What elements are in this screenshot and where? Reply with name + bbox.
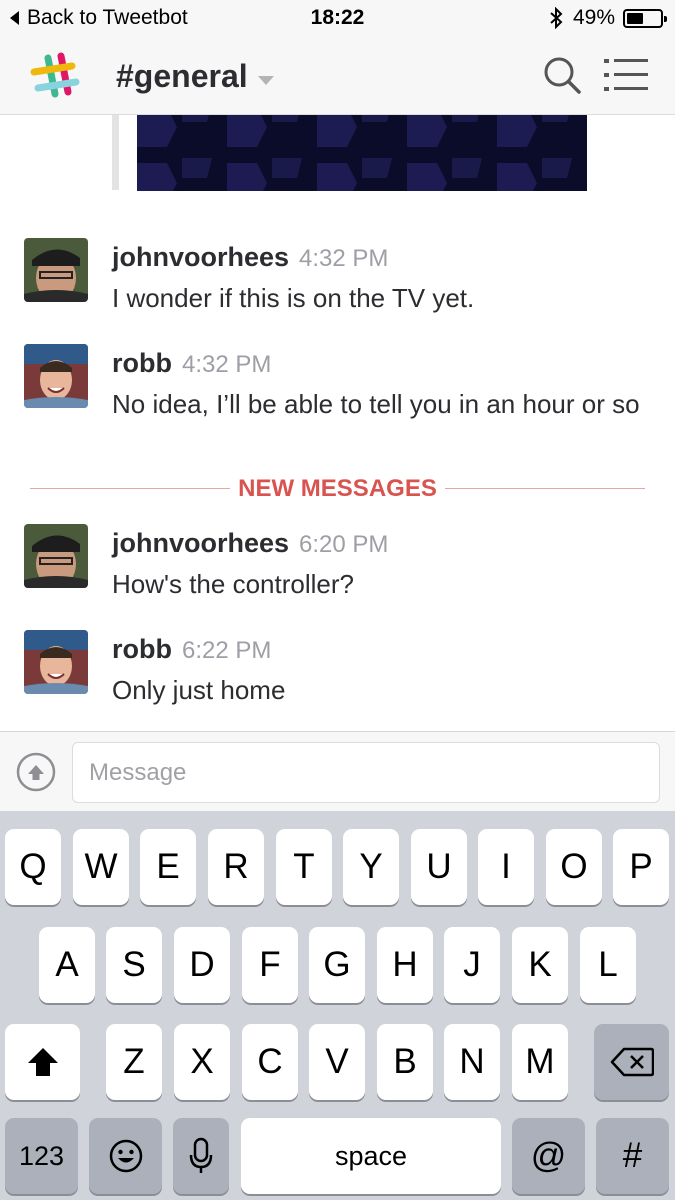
key-b[interactable]: B xyxy=(377,1024,433,1100)
message-time: 4:32 PM xyxy=(182,351,272,378)
avatar[interactable] xyxy=(24,524,88,588)
message-text: How's the controller? xyxy=(112,569,354,599)
author-name[interactable]: robb xyxy=(112,634,172,664)
message-text: I wonder if this is on the TV yet. xyxy=(112,283,475,313)
backspace-icon xyxy=(610,1047,654,1077)
channel-header: #general xyxy=(0,38,675,115)
key-h[interactable]: H xyxy=(377,927,433,1003)
divider-label: NEW MESSAGES xyxy=(234,475,441,502)
message-composer xyxy=(0,731,675,811)
key-m[interactable]: M xyxy=(512,1024,568,1100)
key-f[interactable]: F xyxy=(242,927,298,1003)
status-bar: Back to Tweetbot 18:22 49% xyxy=(0,0,675,38)
list-menu-icon[interactable] xyxy=(604,57,648,93)
key-w[interactable]: W xyxy=(73,829,129,905)
slack-logo-icon[interactable] xyxy=(28,50,82,104)
attachment-image[interactable] xyxy=(137,115,587,191)
key-o[interactable]: O xyxy=(546,829,602,905)
divider-label-wrap: NEW MESSAGES xyxy=(30,475,645,503)
key-i[interactable]: I xyxy=(478,829,534,905)
hash-key[interactable]: # xyxy=(596,1118,669,1194)
key-x[interactable]: X xyxy=(174,1024,230,1100)
key-c[interactable]: C xyxy=(242,1024,298,1100)
key-d[interactable]: D xyxy=(174,927,230,1003)
author-name[interactable]: robb xyxy=(112,348,172,378)
key-s[interactable]: S xyxy=(106,927,162,1003)
message-header: robb 6:22 PM xyxy=(112,634,271,665)
microphone-icon xyxy=(189,1137,213,1173)
microphone-key[interactable] xyxy=(173,1118,229,1194)
avatar[interactable] xyxy=(24,630,88,694)
channel-title[interactable]: #general xyxy=(116,58,248,95)
key-j[interactable]: J xyxy=(444,927,500,1003)
key-z[interactable]: Z xyxy=(106,1024,162,1100)
key-e[interactable]: E xyxy=(140,829,196,905)
bluetooth-icon xyxy=(550,7,563,29)
avatar[interactable] xyxy=(24,344,88,408)
message-time: 4:32 PM xyxy=(299,245,389,272)
numbers-key[interactable]: 123 xyxy=(5,1118,78,1194)
key-u[interactable]: U xyxy=(411,829,467,905)
message-time: 6:20 PM xyxy=(299,531,389,558)
battery-fill xyxy=(627,12,643,24)
key-n[interactable]: N xyxy=(444,1024,500,1100)
status-indicators: 49% xyxy=(549,6,667,30)
message-time: 6:22 PM xyxy=(182,637,272,664)
message-text: Only just home xyxy=(112,675,286,705)
key-t[interactable]: T xyxy=(276,829,332,905)
key-g[interactable]: G xyxy=(309,927,365,1003)
battery-icon xyxy=(623,8,667,28)
key-l[interactable]: L xyxy=(580,927,636,1003)
shift-key[interactable] xyxy=(5,1024,80,1100)
onscreen-keyboard: Q W E R T Y U I O P A S D F G H J K L Z … xyxy=(0,811,675,1200)
message-input[interactable] xyxy=(72,742,660,803)
battery-percent: 49% xyxy=(572,6,615,29)
shift-arrow-icon xyxy=(27,1048,58,1076)
message-text: No idea, I’ll be able to tell you in an … xyxy=(112,389,640,419)
emoji-key[interactable] xyxy=(89,1118,162,1194)
message-header: robb 4:32 PM xyxy=(112,348,271,379)
search-icon[interactable] xyxy=(542,55,582,95)
key-k[interactable]: K xyxy=(512,927,568,1003)
key-q[interactable]: Q xyxy=(5,829,61,905)
key-a[interactable]: A xyxy=(39,927,95,1003)
author-name[interactable]: johnvoorhees xyxy=(112,528,289,558)
key-v[interactable]: V xyxy=(309,1024,365,1100)
key-y[interactable]: Y xyxy=(343,829,399,905)
attachment-quote-bar xyxy=(112,115,119,190)
message-header: johnvoorhees 6:20 PM xyxy=(112,528,388,559)
author-name[interactable]: johnvoorhees xyxy=(112,242,289,272)
at-key[interactable]: @ xyxy=(512,1118,585,1194)
new-messages-divider: NEW MESSAGES xyxy=(30,475,645,503)
key-p[interactable]: P xyxy=(613,829,669,905)
upload-arrow-icon[interactable] xyxy=(16,752,56,792)
message-header: johnvoorhees 4:32 PM xyxy=(112,242,388,273)
delete-key[interactable] xyxy=(594,1024,669,1100)
chevron-down-icon[interactable] xyxy=(258,76,274,85)
key-r[interactable]: R xyxy=(208,829,264,905)
space-key[interactable]: space xyxy=(241,1118,501,1194)
avatar[interactable] xyxy=(24,238,88,302)
emoji-icon xyxy=(109,1139,142,1173)
